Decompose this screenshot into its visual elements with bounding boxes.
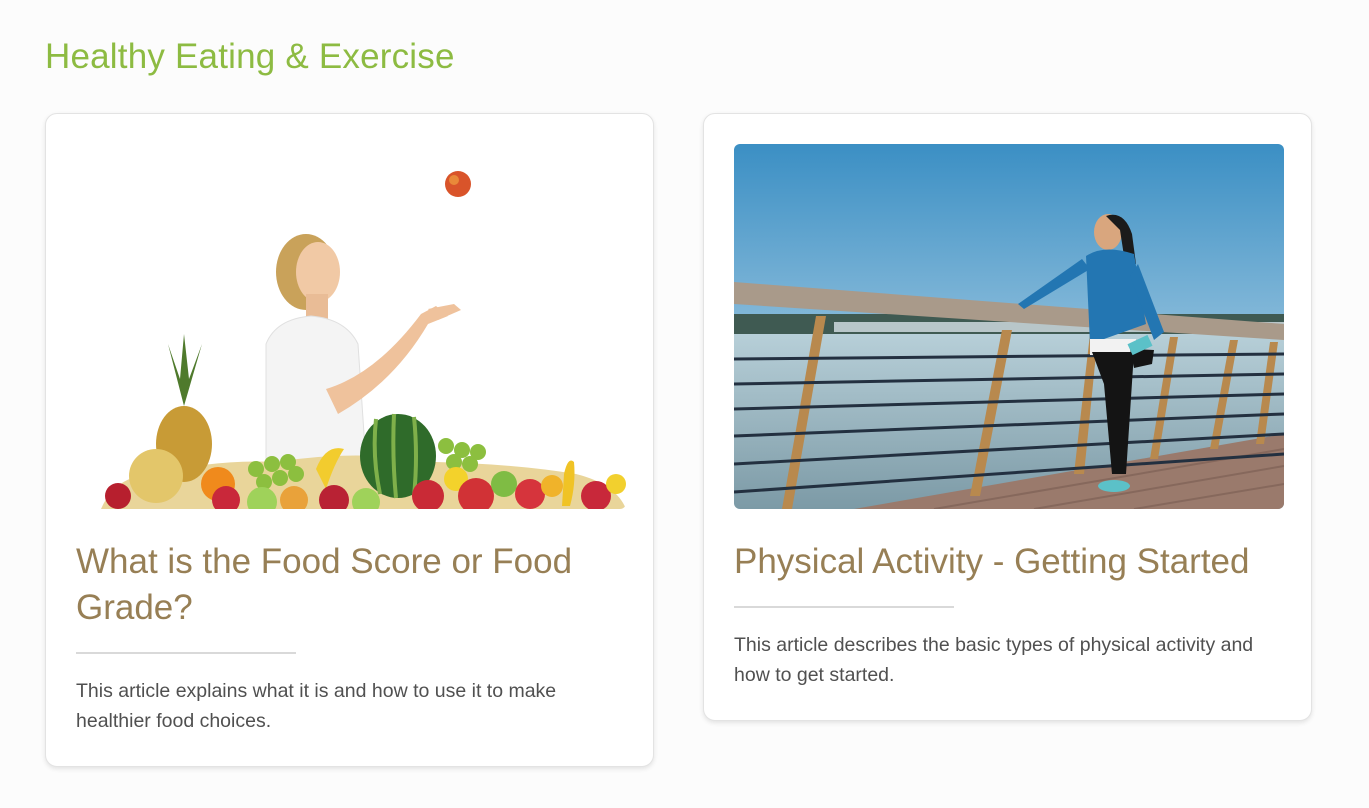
section-title: Healthy Eating & Exercise bbox=[45, 37, 455, 76]
article-card-physical-activity[interactable]: Physical Activity - Getting Started This… bbox=[703, 113, 1312, 721]
article-card-food-score[interactable]: What is the Food Score or Food Grade? Th… bbox=[45, 113, 654, 767]
article-description: This article explains what it is and how… bbox=[76, 680, 557, 732]
title-divider bbox=[734, 606, 954, 608]
article-title[interactable]: What is the Food Score or Food Grade? bbox=[76, 539, 626, 631]
article-image-fruit[interactable] bbox=[76, 144, 626, 509]
article-image-stretching[interactable] bbox=[734, 144, 1284, 509]
article-title[interactable]: Physical Activity - Getting Started bbox=[734, 539, 1284, 585]
article-description: This article describes the basic types o… bbox=[734, 634, 1254, 686]
title-divider bbox=[76, 652, 296, 654]
